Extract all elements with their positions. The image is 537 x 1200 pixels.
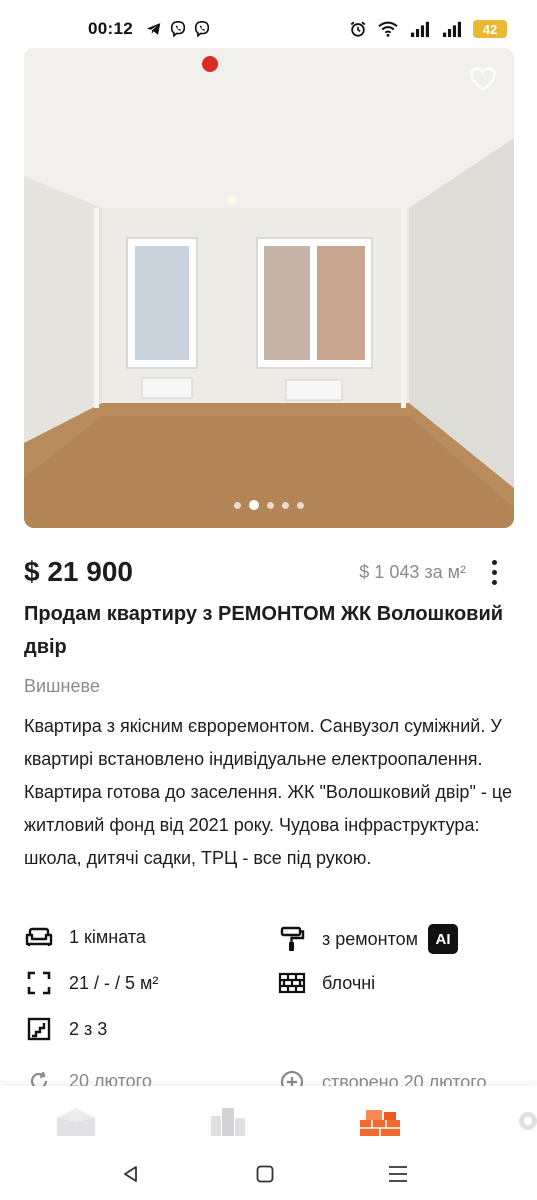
photo-pagination: [24, 500, 514, 510]
pagination-dot[interactable]: [267, 501, 274, 509]
favorite-button[interactable]: [466, 62, 500, 96]
feature-floor-value: 2 з 3: [69, 1018, 108, 1039]
more-dot: [491, 559, 497, 565]
heart-icon: [470, 67, 496, 91]
listing-title[interactable]: Продам квартиру з РЕМОНТОМ ЖК Волошковий…: [24, 598, 514, 664]
more-dot: [491, 579, 497, 585]
pagination-dot[interactable]: [282, 501, 289, 509]
signal-icon: [411, 21, 429, 38]
listing-photo-gallery[interactable]: [24, 48, 514, 528]
nav-item-more[interactable]: [510, 1104, 537, 1138]
listing-location: Вишневе: [24, 676, 100, 696]
pagination-dot-active[interactable]: [249, 500, 259, 510]
system-back-button[interactable]: [115, 1158, 147, 1190]
price: $ 21 900: [24, 556, 133, 587]
system-navigation-bar: [0, 1150, 537, 1200]
more-dot: [491, 569, 497, 575]
stairs-icon: [24, 1016, 54, 1042]
ai-badge[interactable]: AI: [428, 924, 459, 954]
feature-wall-type: блочні: [277, 970, 375, 996]
viber-icon: [170, 20, 186, 38]
room-photo: [24, 48, 514, 528]
feature-renovation: з ремонтом AI: [277, 924, 459, 954]
signal-icon: [443, 21, 461, 38]
home-square-icon: [256, 1165, 274, 1183]
paint-roller-icon: [277, 926, 307, 952]
feature-renovation-value: з ремонтом: [322, 928, 419, 949]
feature-wall-type-value: блочні: [322, 972, 376, 993]
feature-area: 21 / - / 5 м²: [24, 970, 158, 996]
bottom-navigation: [0, 1086, 537, 1150]
partial-nav-icon: [519, 1112, 537, 1130]
back-triangle-icon: [124, 1166, 137, 1182]
telegram-icon: [146, 23, 161, 35]
more-options-button[interactable]: [480, 556, 508, 588]
house-icon: [57, 1108, 95, 1136]
status-notification-icons: [145, 20, 211, 38]
nav-item-buildings[interactable]: [206, 1104, 250, 1138]
menu-lines-icon: [389, 1166, 407, 1182]
system-menu-button[interactable]: [382, 1158, 414, 1190]
feature-rooms: 1 кімната: [24, 924, 146, 950]
feature-area-value: 21 / - / 5 м²: [69, 972, 159, 993]
brick-wall-icon: [277, 970, 307, 996]
feature-rooms-value: 1 кімната: [69, 926, 146, 947]
viber-icon: [194, 20, 210, 38]
pagination-dot[interactable]: [234, 501, 241, 509]
price-per-square-meter: $ 1 043 за м²: [359, 561, 466, 582]
bricks-icon: [360, 1110, 400, 1136]
battery-icon: 42: [473, 20, 507, 38]
alarm-icon: [350, 21, 366, 37]
listing-description: Квартира з якісним євроремонтом. Санвузо…: [24, 716, 512, 868]
system-home-button[interactable]: [249, 1158, 281, 1190]
status-time: 00:12: [88, 19, 133, 38]
nav-item-home[interactable]: [54, 1104, 98, 1138]
wifi-icon: [378, 21, 398, 37]
area-frame-icon: [24, 970, 54, 996]
pagination-dot[interactable]: [297, 501, 304, 509]
feature-floor: 2 з 3: [24, 1016, 107, 1042]
price-row: $ 21 900 $ 1 043 за м²: [24, 552, 514, 592]
sofa-icon: [24, 924, 54, 950]
nav-item-bricks-active[interactable]: [358, 1104, 402, 1138]
buildings-icon: [211, 1108, 245, 1136]
status-system-icons: 42: [349, 20, 507, 38]
